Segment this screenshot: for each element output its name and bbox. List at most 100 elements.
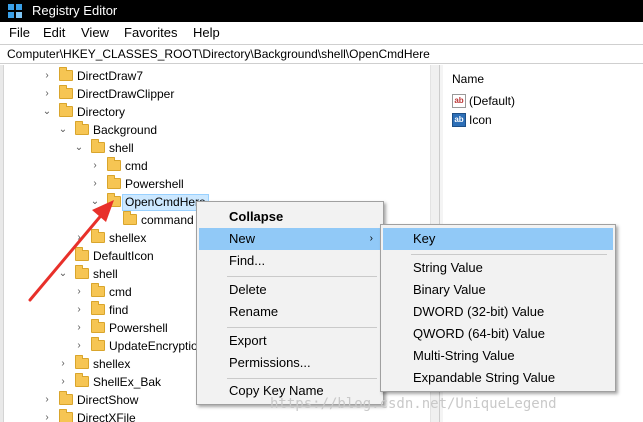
menu-file[interactable]: File bbox=[9, 25, 30, 40]
expand-chevron-icon[interactable]: › bbox=[74, 337, 84, 355]
submenu-item-multi-string-value[interactable]: Multi-String Value bbox=[383, 345, 613, 367]
folder-icon bbox=[75, 121, 89, 135]
menu-item-label: DWORD (32-bit) Value bbox=[413, 304, 545, 319]
submenu-item-dword-value[interactable]: DWORD (32-bit) Value bbox=[383, 301, 613, 323]
menu-item-label: Delete bbox=[229, 282, 267, 297]
folder-icon bbox=[59, 67, 73, 81]
folder-icon bbox=[75, 247, 89, 261]
tree-item-label: Background bbox=[93, 123, 158, 137]
menu-item-find[interactable]: Find... bbox=[199, 250, 381, 272]
menu-item-label: Expandable String Value bbox=[413, 370, 556, 385]
menu-item-label: Collapse bbox=[229, 209, 284, 224]
expand-chevron-icon[interactable]: › bbox=[42, 85, 52, 103]
menu-favorites[interactable]: Favorites bbox=[124, 25, 177, 40]
tree-item-label: DirectShow bbox=[77, 393, 139, 407]
menu-item-label: QWORD (64-bit) Value bbox=[413, 326, 545, 341]
title-bar: Registry Editor bbox=[0, 0, 643, 22]
folder-icon bbox=[91, 301, 105, 315]
folder-icon bbox=[75, 373, 89, 387]
menu-item-permissions[interactable]: Permissions... bbox=[199, 352, 381, 374]
folder-icon bbox=[91, 283, 105, 297]
tree-item-label: DirectXFile bbox=[77, 411, 136, 422]
menu-separator bbox=[227, 378, 377, 379]
menu-item-label: Find... bbox=[229, 253, 266, 268]
menu-separator bbox=[227, 327, 377, 328]
menu-bar: File Edit View Favorites Help bbox=[0, 22, 643, 44]
expand-chevron-icon[interactable]: › bbox=[74, 283, 84, 301]
tree-item-label: Powershell bbox=[125, 177, 184, 191]
tree-item-label: Powershell bbox=[109, 321, 168, 335]
tree-item-label: Directory bbox=[77, 105, 126, 119]
binary-value-icon: ab bbox=[452, 113, 466, 127]
expand-chevron-icon[interactable]: › bbox=[74, 319, 84, 337]
collapse-chevron-icon[interactable]: ⌄ bbox=[90, 193, 100, 211]
menu-item-rename[interactable]: Rename bbox=[199, 301, 381, 323]
folder-icon bbox=[91, 229, 105, 243]
collapse-chevron-icon[interactable]: ⌄ bbox=[42, 103, 52, 121]
folder-icon bbox=[107, 175, 121, 189]
folder-icon bbox=[59, 103, 73, 117]
collapse-chevron-icon[interactable]: ⌄ bbox=[74, 139, 84, 157]
menu-edit[interactable]: Edit bbox=[43, 25, 65, 40]
expand-chevron-icon[interactable]: › bbox=[42, 391, 52, 409]
folder-icon bbox=[91, 337, 105, 351]
folder-icon bbox=[107, 157, 121, 171]
tree-item-label: shellex bbox=[109, 231, 147, 245]
menu-help[interactable]: Help bbox=[193, 25, 220, 40]
menu-item-delete[interactable]: Delete bbox=[199, 279, 381, 301]
context-menu: Collapse New › Find... Delete Rename Exp… bbox=[196, 201, 384, 405]
column-header-name[interactable]: Name bbox=[452, 72, 484, 86]
folder-icon bbox=[91, 139, 105, 153]
expand-chevron-icon[interactable]: › bbox=[42, 67, 52, 85]
menu-item-label: Permissions... bbox=[229, 355, 311, 370]
tree-item-label: shellex bbox=[93, 357, 131, 371]
tree-item-label: ShellEx_Bak bbox=[93, 375, 162, 389]
folder-icon bbox=[59, 391, 73, 405]
expand-chevron-icon[interactable]: › bbox=[42, 409, 52, 422]
tree-item-label: DefaultIcon bbox=[93, 249, 154, 263]
expand-chevron-icon[interactable]: › bbox=[74, 229, 84, 247]
menu-item-label: String Value bbox=[413, 260, 483, 275]
folder-icon bbox=[75, 265, 89, 279]
address-path[interactable]: Computer\HKEY_CLASSES_ROOT\Directory\Bac… bbox=[7, 47, 430, 61]
watermark-text: https://blog.csdn.net/UniqueLegend bbox=[270, 396, 557, 412]
menu-item-export[interactable]: Export bbox=[199, 330, 381, 352]
submenu-item-qword-value[interactable]: QWORD (64-bit) Value bbox=[383, 323, 613, 345]
menu-item-label: New bbox=[229, 231, 256, 246]
tree-item-label: DirectDrawClipper bbox=[77, 87, 175, 101]
value-name: (Default) bbox=[469, 94, 516, 108]
submenu-item-binary-value[interactable]: Binary Value bbox=[383, 279, 613, 301]
address-bar[interactable]: Computer\HKEY_CLASSES_ROOT\Directory\Bac… bbox=[0, 44, 643, 64]
tree-item-label: cmd bbox=[125, 159, 148, 173]
tree-item-label: find bbox=[109, 303, 129, 317]
folder-icon bbox=[75, 355, 89, 369]
collapse-chevron-icon[interactable]: ⌄ bbox=[58, 265, 68, 283]
menu-item-new[interactable]: New › bbox=[199, 228, 381, 250]
menu-view[interactable]: View bbox=[81, 25, 109, 40]
expand-chevron-icon[interactable]: › bbox=[58, 355, 68, 373]
expand-chevron-icon[interactable]: › bbox=[74, 301, 84, 319]
tree-item-label: cmd bbox=[109, 285, 132, 299]
submenu-arrow-icon: › bbox=[369, 233, 373, 244]
folder-icon bbox=[123, 211, 137, 225]
tree-item-label: DirectDraw7 bbox=[77, 69, 144, 83]
menu-item-collapse[interactable]: Collapse bbox=[199, 206, 381, 228]
tree-item-label: UpdateEncryptio bbox=[109, 339, 198, 353]
menu-separator bbox=[227, 276, 377, 277]
tree-item-label: command bbox=[141, 213, 194, 227]
tree-item-label: shell bbox=[109, 141, 134, 155]
submenu-item-expandable-string-value[interactable]: Expandable String Value bbox=[383, 367, 613, 389]
expand-chevron-icon[interactable]: › bbox=[90, 175, 100, 193]
folder-icon bbox=[59, 85, 73, 99]
folder-icon bbox=[91, 319, 105, 333]
menu-item-label: Export bbox=[229, 333, 267, 348]
window-title: Registry Editor bbox=[32, 3, 118, 18]
expand-chevron-icon[interactable]: › bbox=[90, 157, 100, 175]
submenu-item-key[interactable]: Key bbox=[383, 228, 613, 250]
collapse-chevron-icon[interactable]: ⌄ bbox=[58, 121, 68, 139]
menu-separator bbox=[411, 254, 607, 255]
expand-chevron-icon[interactable]: › bbox=[58, 373, 68, 391]
tree-item-label: shell bbox=[93, 267, 118, 281]
submenu-item-string-value[interactable]: String Value bbox=[383, 257, 613, 279]
tree-left-border bbox=[0, 65, 4, 422]
